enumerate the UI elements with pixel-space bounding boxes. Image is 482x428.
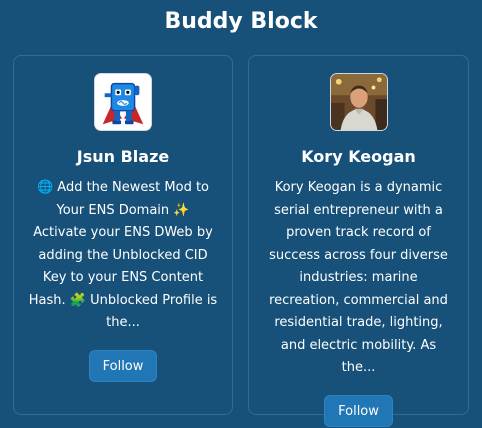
follow-button[interactable]: Follow [324,394,393,427]
profile-card-jsun-blaze: Jsun Blaze 🌐 Add the Newest Mod to Your … [13,55,233,415]
profile-bio: 🌐 Add the Newest Mod to Your ENS Domain … [28,180,218,330]
page-title: Buddy Block [164,9,318,34]
follow-button[interactable]: Follow [88,349,158,382]
profile-card-kory-keogan: Kory Keogan Kory Keogan is a dynamic ser… [248,55,469,427]
profile-name: Kory Keogan [301,147,416,166]
profile-photo-icon [329,73,388,131]
profile-name: Jsun Blaze [76,147,170,166]
robot-hero-icon [94,73,152,131]
profile-bio: Kory Keogan is a dynamic serial entrepre… [269,180,448,375]
